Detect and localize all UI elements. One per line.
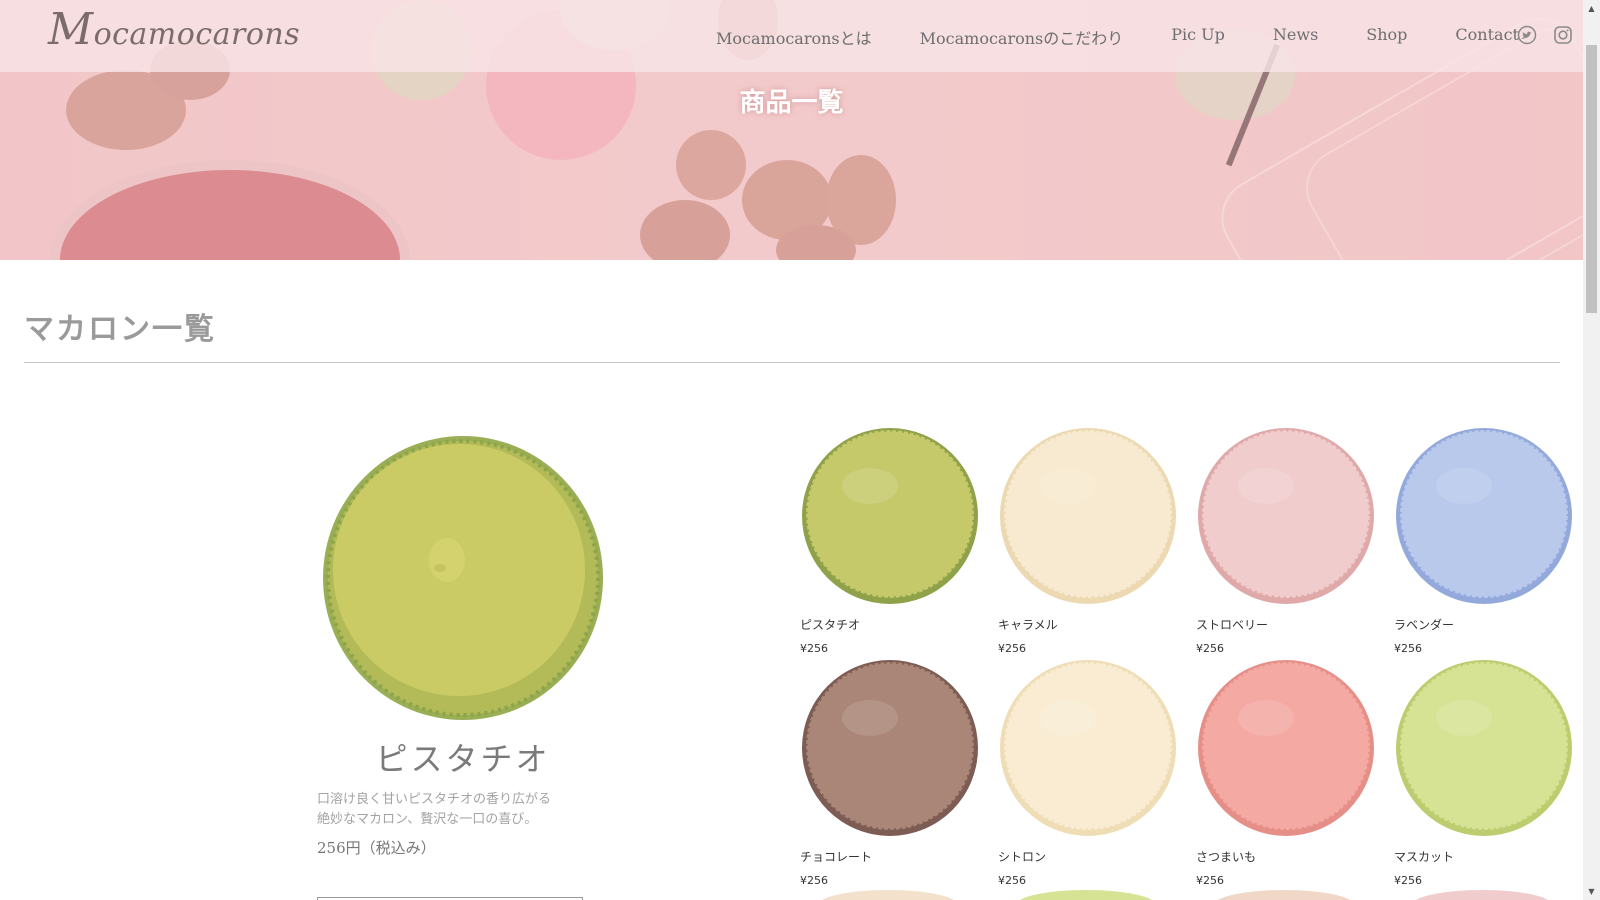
product-macaron-image[interactable] bbox=[1394, 658, 1574, 838]
product-card[interactable]: ストロベリー ¥256 bbox=[1194, 426, 1376, 655]
instagram-icon[interactable] bbox=[1552, 24, 1574, 46]
twitter-icon[interactable] bbox=[1516, 24, 1538, 46]
product-macaron-image[interactable] bbox=[1394, 426, 1574, 606]
featured-product-name: ピスタチオ bbox=[375, 740, 551, 778]
product-grid: ピスタチオ ¥256 キャラメル ¥256 ストロベリー ¥256 ラベンダー ¥256 チョコ… bbox=[798, 426, 1574, 887]
product-name[interactable]: シトロン bbox=[998, 848, 1046, 865]
product-card-partial[interactable] bbox=[1392, 890, 1574, 900]
product-price: ¥256 bbox=[998, 874, 1026, 887]
product-macaron-image bbox=[1412, 890, 1552, 900]
product-macaron-image[interactable] bbox=[998, 658, 1178, 838]
product-macaron-image[interactable] bbox=[998, 426, 1178, 606]
product-name[interactable]: チョコレート bbox=[800, 848, 872, 865]
product-card[interactable]: さつまいも ¥256 bbox=[1194, 658, 1376, 887]
nav-commitment[interactable]: Mocamocaronsのこだわり bbox=[920, 25, 1124, 49]
page-title: 商品一覧 bbox=[739, 88, 844, 118]
product-name[interactable]: ストロベリー bbox=[1196, 616, 1268, 633]
product-price: ¥256 bbox=[800, 642, 828, 655]
product-price: ¥256 bbox=[1394, 642, 1422, 655]
product-macaron-image bbox=[818, 890, 958, 900]
product-card[interactable]: ラベンダー ¥256 bbox=[1392, 426, 1574, 655]
product-price: ¥256 bbox=[800, 874, 828, 887]
product-price: ¥256 bbox=[1196, 874, 1224, 887]
featured-price: 256円（税込み） bbox=[317, 839, 436, 857]
product-macaron-image[interactable] bbox=[1196, 426, 1376, 606]
main-nav: Mocamocaronsとは Mocamocaronsのこだわり Pic Up … bbox=[716, 25, 1519, 49]
product-name[interactable]: さつまいも bbox=[1196, 848, 1256, 865]
product-name[interactable]: ラベンダー bbox=[1394, 616, 1454, 633]
product-name[interactable]: マスカット bbox=[1394, 848, 1454, 865]
product-grid-next-row bbox=[798, 890, 1574, 900]
product-price: ¥256 bbox=[1196, 642, 1224, 655]
scroll-up-arrow[interactable]: ▲ bbox=[1583, 0, 1600, 17]
product-card-partial[interactable] bbox=[798, 890, 980, 900]
nav-contact[interactable]: Contact bbox=[1455, 25, 1519, 49]
product-macaron-image[interactable] bbox=[800, 658, 980, 838]
site-logo[interactable]: Mocamocarons bbox=[48, 4, 300, 55]
product-macaron-image[interactable] bbox=[800, 426, 980, 606]
product-macaron-image bbox=[1016, 890, 1156, 900]
product-card[interactable]: チョコレート ¥256 bbox=[798, 658, 980, 887]
product-card[interactable]: キャラメル ¥256 bbox=[996, 426, 1178, 655]
nav-about[interactable]: Mocamocaronsとは bbox=[716, 25, 872, 49]
featured-description: 口溶け良く甘いピスタチオの香り広がる 絶妙なマカロン、贅沢な一口の喜び。 bbox=[317, 792, 552, 827]
nav-pickup[interactable]: Pic Up bbox=[1171, 25, 1225, 49]
featured-macaron-image bbox=[322, 432, 604, 720]
product-price: ¥256 bbox=[998, 642, 1026, 655]
product-name[interactable]: ピスタチオ bbox=[800, 616, 860, 633]
product-macaron-image bbox=[1214, 890, 1354, 900]
product-price: ¥256 bbox=[1394, 874, 1422, 887]
social-links bbox=[1516, 24, 1574, 46]
product-name[interactable]: キャラメル bbox=[998, 616, 1058, 633]
product-macaron-image[interactable] bbox=[1196, 658, 1376, 838]
product-card-partial[interactable] bbox=[1194, 890, 1376, 900]
nav-shop[interactable]: Shop bbox=[1366, 25, 1407, 49]
product-card[interactable]: ピスタチオ ¥256 bbox=[798, 426, 980, 655]
page-scrollbar[interactable]: ▲ ▼ bbox=[1583, 0, 1600, 900]
scroll-down-arrow[interactable]: ▼ bbox=[1583, 883, 1600, 900]
product-card[interactable]: シトロン ¥256 bbox=[996, 658, 1178, 887]
product-card[interactable]: マスカット ¥256 bbox=[1392, 658, 1574, 887]
nav-news[interactable]: News bbox=[1273, 25, 1318, 49]
section-divider bbox=[24, 362, 1560, 363]
product-card-partial[interactable] bbox=[996, 890, 1178, 900]
scrollbar-thumb[interactable] bbox=[1586, 45, 1597, 313]
site-header: Mocamocarons Mocamocaronsとは Mocamocarons… bbox=[0, 0, 1583, 72]
section-title: マカロン一覧 bbox=[24, 312, 216, 347]
